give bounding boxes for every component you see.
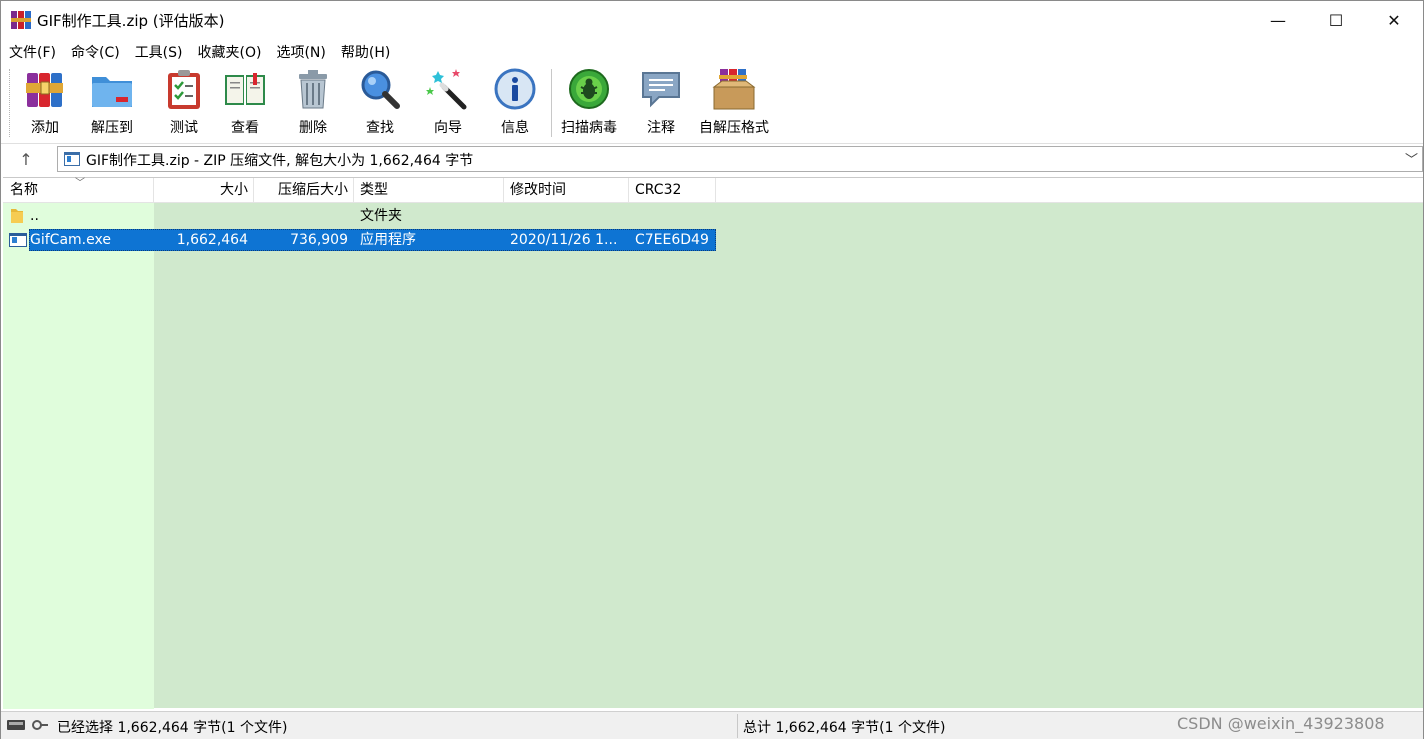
column-header-size[interactable]: 大小 xyxy=(154,178,254,203)
menu-file[interactable]: 文件(F) xyxy=(1,39,63,63)
info-icon xyxy=(494,68,536,110)
folder-icon xyxy=(11,209,23,223)
info-button[interactable]: 信息 xyxy=(493,67,537,139)
menu-bar: 文件(F) 命令(C) 工具(S) 收藏夹(O) 选项(N) 帮助(H) xyxy=(1,39,1423,63)
column-header-name[interactable]: ﹀ 名称 xyxy=(3,178,154,203)
row-packed-size: 736,909 xyxy=(290,232,348,248)
menu-options[interactable]: 选项(N) xyxy=(268,39,332,63)
column-header-crc32[interactable]: CRC32 xyxy=(629,178,716,203)
sfx-button[interactable]: 自解压格式 xyxy=(699,67,769,139)
add-label: 添加 xyxy=(31,120,59,136)
menu-help[interactable]: 帮助(H) xyxy=(333,39,397,63)
column-header-packed[interactable]: 压缩后大小 xyxy=(254,178,354,203)
view-label: 查看 xyxy=(231,120,259,136)
toolbar: 添加 解压到 测试 查看 删除 查找 向导 信息 扫描病毒 注释 自解压格式 xyxy=(1,63,1423,143)
extract-to-button[interactable]: 解压到 xyxy=(90,67,134,139)
menu-favorites[interactable]: 收藏夹(O) xyxy=(190,39,269,63)
title-bar[interactable]: GIF制作工具.zip (评估版本) — ☐ ✕ xyxy=(1,1,1423,39)
comment-label: 注释 xyxy=(647,120,675,136)
list-item-gifcam[interactable]: GifCam.exe 1,662,464 736,909 应用程序 2020/1… xyxy=(3,229,716,251)
row-name: GifCam.exe xyxy=(30,232,111,248)
delete-label: 删除 xyxy=(299,120,327,136)
find-button[interactable]: 查找 xyxy=(358,67,402,139)
test-label: 测试 xyxy=(170,120,198,136)
exe-icon xyxy=(9,233,27,247)
drive-key-icon xyxy=(7,720,48,730)
toolbar-separator xyxy=(551,69,552,137)
comment-icon xyxy=(642,72,680,108)
view-button[interactable]: 查看 xyxy=(223,67,267,139)
add-button[interactable]: 添加 xyxy=(23,67,67,139)
up-folder-button[interactable]: ↑ xyxy=(11,148,41,170)
archive-file-icon xyxy=(64,152,80,166)
window-title: GIF制作工具.zip (评估版本) xyxy=(37,12,225,30)
status-bar: 已经选择 1,662,464 字节(1 个文件) 总计 1,662,464 字节… xyxy=(1,711,1423,739)
status-selected: 已经选择 1,662,464 字节(1 个文件) xyxy=(57,720,288,736)
menu-commands[interactable]: 命令(C) xyxy=(63,39,127,63)
virus-scan-label: 扫描病毒 xyxy=(561,120,617,136)
chevron-down-icon[interactable]: ﹀ xyxy=(1405,149,1418,168)
find-label: 查找 xyxy=(366,120,394,136)
winrar-app-icon xyxy=(11,11,31,29)
magic-wand-icon xyxy=(426,69,467,110)
wizard-label: 向导 xyxy=(434,120,462,136)
sfx-box-icon xyxy=(712,69,756,110)
trash-can-icon xyxy=(299,70,327,109)
row-crc32: C7EE6D49 xyxy=(635,232,709,248)
clipboard-check-icon xyxy=(168,70,200,109)
test-button[interactable]: 测试 xyxy=(162,67,206,139)
info-label: 信息 xyxy=(501,120,529,136)
row-type: 应用程序 xyxy=(360,232,416,248)
toolbar-grip[interactable] xyxy=(9,69,12,137)
row-type: 文件夹 xyxy=(360,208,402,224)
arrow-up-icon: ↑ xyxy=(19,149,33,169)
column-header-modified[interactable]: 修改时间 xyxy=(504,178,629,203)
extract-to-label: 解压到 xyxy=(91,120,133,136)
list-header: ﹀ 名称 大小 压缩后大小 类型 修改时间 CRC32 xyxy=(3,178,1423,203)
minimize-button[interactable]: — xyxy=(1249,1,1307,39)
name-column-background xyxy=(3,203,154,709)
maximize-button[interactable]: ☐ xyxy=(1307,1,1365,39)
magnifier-icon xyxy=(361,70,400,109)
menu-tools[interactable]: 工具(S) xyxy=(127,39,190,63)
status-total: 总计 1,662,464 字节(1 个文件) xyxy=(743,720,946,736)
column-header-type[interactable]: 类型 xyxy=(354,178,504,203)
open-book-icon xyxy=(225,73,265,105)
comment-button[interactable]: 注释 xyxy=(639,67,683,139)
address-bar: ↑ GIF制作工具.zip - ZIP 压缩文件, 解包大小为 1,662,46… xyxy=(1,143,1423,173)
sort-caret-icon: ﹀ xyxy=(75,178,85,189)
winrar-books-icon xyxy=(26,73,63,107)
status-divider xyxy=(737,714,738,738)
sfx-label: 自解压格式 xyxy=(699,120,769,136)
wizard-button[interactable]: 向导 xyxy=(426,67,470,139)
watermark-text: CSDN @weixin_43923808 xyxy=(1177,714,1385,733)
close-button[interactable]: ✕ xyxy=(1365,1,1423,39)
delete-button[interactable]: 删除 xyxy=(291,67,335,139)
row-size: 1,662,464 xyxy=(176,232,248,248)
row-name: .. xyxy=(30,208,39,224)
winrar-window: GIF制作工具.zip (评估版本) — ☐ ✕ 文件(F) 命令(C) 工具(… xyxy=(0,0,1424,739)
path-field[interactable]: GIF制作工具.zip - ZIP 压缩文件, 解包大小为 1,662,464 … xyxy=(57,146,1423,172)
list-item-parent[interactable]: .. 文件夹 xyxy=(3,205,716,227)
virus-scan-button[interactable]: 扫描病毒 xyxy=(561,67,617,139)
virus-scan-icon xyxy=(569,69,609,109)
folder-extract-icon xyxy=(92,77,132,107)
path-text: GIF制作工具.zip - ZIP 压缩文件, 解包大小为 1,662,464 … xyxy=(86,153,474,169)
row-modified: 2020/11/26 1... xyxy=(510,232,618,248)
file-list[interactable]: ﹀ 名称 大小 压缩后大小 类型 修改时间 CRC32 .. 文件夹 GifCa… xyxy=(3,177,1423,709)
